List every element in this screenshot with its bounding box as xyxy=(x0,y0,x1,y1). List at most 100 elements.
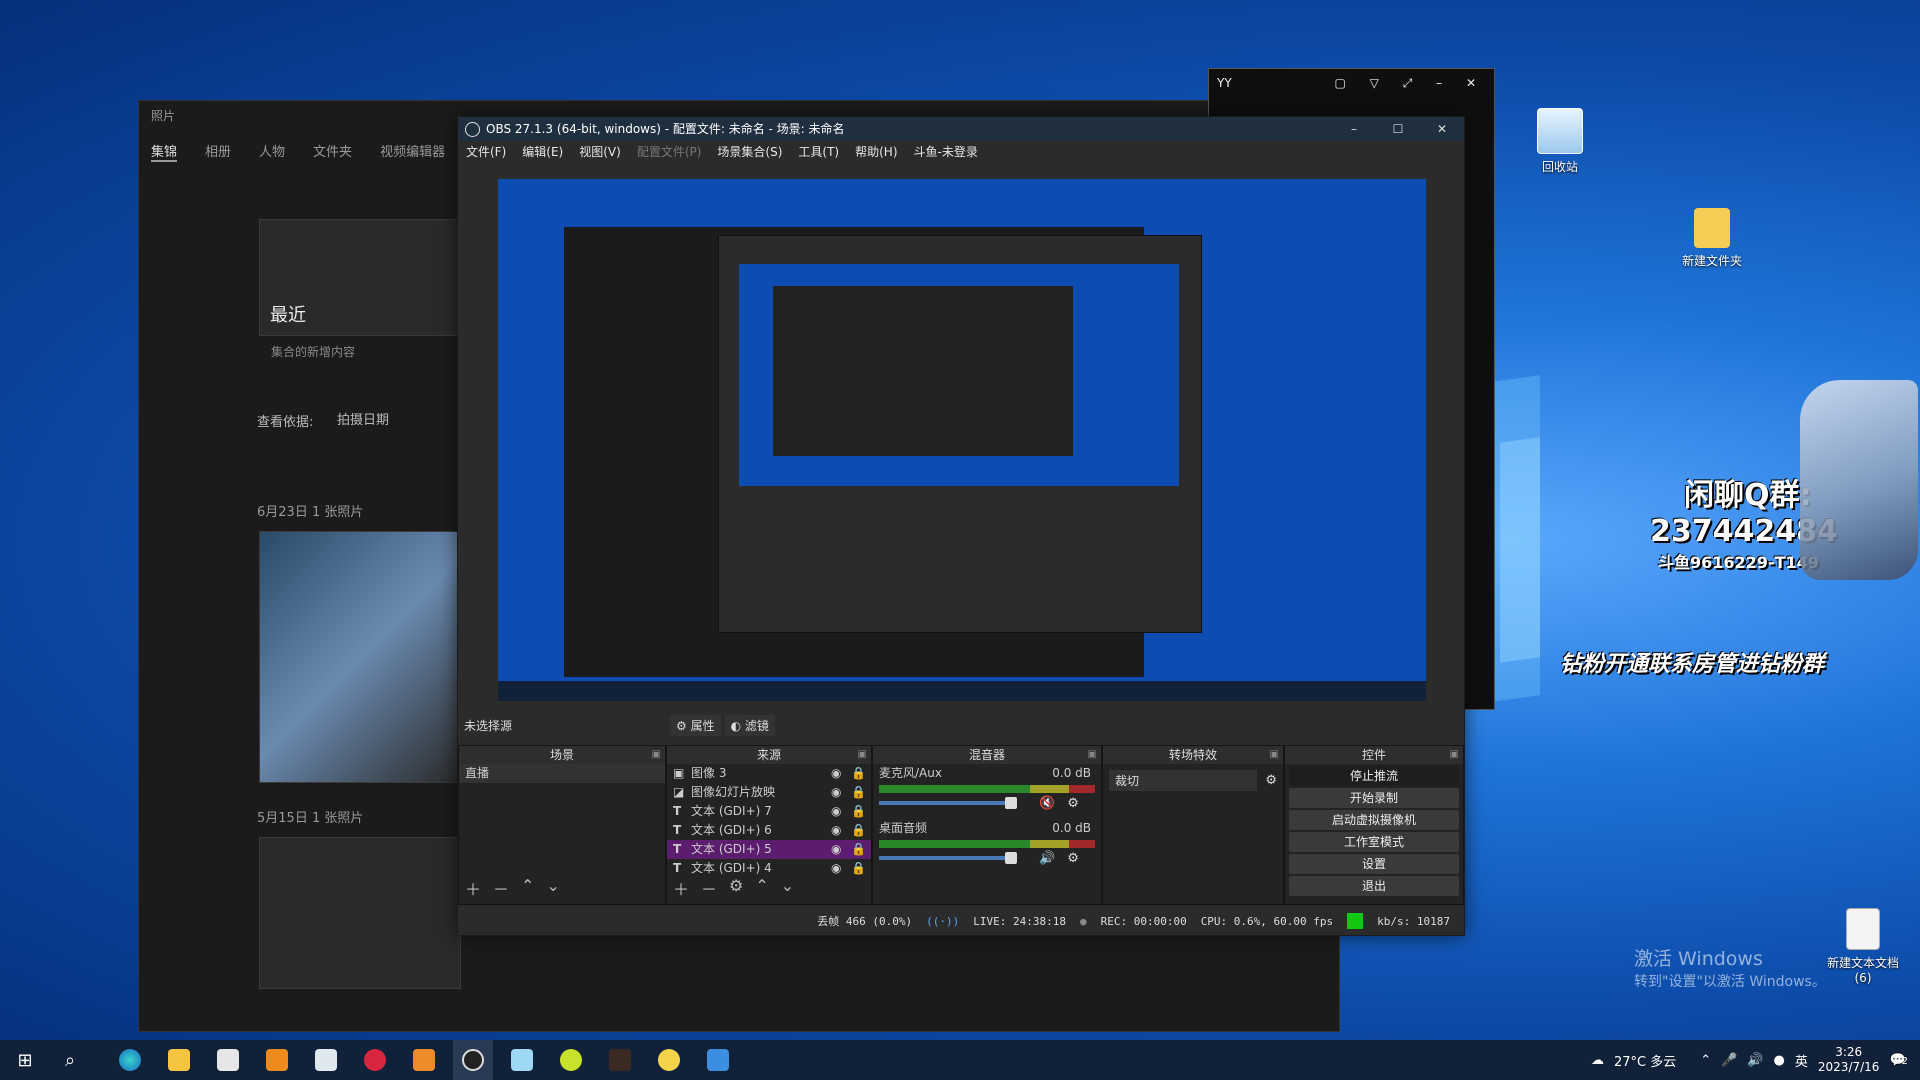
lock-icon[interactable]: 🔒 xyxy=(851,802,871,821)
photos-tab[interactable]: 视频编辑器 xyxy=(380,141,445,162)
microphone-icon[interactable]: 🎤 xyxy=(1721,1053,1737,1068)
taskbar-app-feather[interactable] xyxy=(306,1040,346,1080)
search-button[interactable]: ⌕ xyxy=(50,1040,90,1080)
menu-help[interactable]: 帮助(H) xyxy=(855,141,897,163)
taskbar-app-store[interactable] xyxy=(208,1040,248,1080)
move-down-icon[interactable]: ⌄ xyxy=(781,876,794,900)
add-icon[interactable]: ＋ xyxy=(673,876,689,900)
taskbar-app-orange2[interactable] xyxy=(404,1040,444,1080)
taskbar-app-edge[interactable] xyxy=(110,1040,150,1080)
taskbar-app-yy[interactable] xyxy=(649,1040,689,1080)
desktop-icon-recycle-bin[interactable]: 回收站 xyxy=(1510,108,1610,175)
visibility-eye-icon[interactable]: ◉ xyxy=(831,859,851,878)
photos-tab[interactable]: 文件夹 xyxy=(313,141,352,162)
taskbar-app-netease[interactable] xyxy=(355,1040,395,1080)
dock-undock-icon[interactable]: ▣ xyxy=(652,746,661,764)
recent-thumbnail[interactable]: 最近 xyxy=(259,219,461,336)
visibility-eye-icon[interactable]: ◉ xyxy=(831,821,851,840)
sort-dropdown[interactable]: 拍摄日期 xyxy=(337,409,389,428)
filters-button[interactable]: ◐ 滤镜 xyxy=(724,714,775,736)
photos-tab[interactable]: 相册 xyxy=(205,141,231,162)
scene-item[interactable]: 直播 xyxy=(459,764,665,783)
ime-indicator[interactable]: 英 xyxy=(1795,1051,1808,1070)
desktop-icon-new-folder[interactable]: 新建文件夹 xyxy=(1662,208,1762,269)
remove-icon[interactable]: － xyxy=(701,876,717,900)
menu-file[interactable]: 文件(F) xyxy=(466,141,506,163)
minimize-icon[interactable]: – xyxy=(1332,117,1376,141)
volume-fader[interactable] xyxy=(879,797,1017,809)
visibility-eye-icon[interactable]: ◉ xyxy=(831,802,851,821)
menu-douyu[interactable]: 斗鱼-未登录 xyxy=(914,141,978,163)
source-item-selected[interactable]: T 文本 (GDI+) 5 ◉ 🔒 xyxy=(667,840,871,859)
visibility-eye-icon[interactable]: ◉ xyxy=(831,783,851,802)
taskbar-app-yellow[interactable] xyxy=(551,1040,591,1080)
photos-tab[interactable]: 集锦 xyxy=(151,141,178,162)
remove-icon[interactable]: － xyxy=(493,876,509,900)
start-virtual-camera-button[interactable]: 启动虚拟摄像机 xyxy=(1289,810,1459,830)
menu-edit[interactable]: 编辑(E) xyxy=(522,141,563,163)
weather-icon[interactable]: ☁ xyxy=(1591,1053,1604,1068)
clock[interactable]: 3:26 2023/7/16 xyxy=(1818,1045,1880,1075)
move-up-icon[interactable]: ⌃ xyxy=(521,876,534,900)
taskbar-app-photos[interactable] xyxy=(698,1040,738,1080)
visibility-eye-icon[interactable]: ◉ xyxy=(831,840,851,859)
move-up-icon[interactable]: ⌃ xyxy=(755,876,768,900)
dock-undock-icon[interactable]: ▣ xyxy=(858,746,867,764)
taskbar-app-game[interactable] xyxy=(600,1040,640,1080)
source-item[interactable]: T 文本 (GDI+) 6 ◉ 🔒 xyxy=(667,821,871,840)
lock-icon[interactable]: 🔒 xyxy=(851,840,871,859)
yy-window-controls[interactable]: ▢ ▽ ⤢ – ✕ xyxy=(1335,76,1486,91)
obs-preview[interactable] xyxy=(498,179,1426,701)
transition-select[interactable]: 裁切 xyxy=(1109,770,1258,791)
studio-mode-button[interactable]: 工作室模式 xyxy=(1289,832,1459,852)
gear-icon[interactable]: ⚙ xyxy=(1265,773,1277,788)
speaker-muted-icon[interactable]: 🔇 xyxy=(1039,796,1055,811)
menu-view[interactable]: 视图(V) xyxy=(579,141,621,163)
properties-label: 属性 xyxy=(690,718,715,733)
desktop-icon-text-file[interactable]: 新建文本文档 (6) xyxy=(1813,908,1913,985)
dock-undock-icon[interactable]: ▣ xyxy=(1088,746,1097,764)
source-item[interactable]: T 文本 (GDI+) 7 ◉ 🔒 xyxy=(667,802,871,821)
menu-profile[interactable]: 配置文件(P) xyxy=(637,141,702,163)
speaker-icon[interactable]: 🔊 xyxy=(1039,851,1055,866)
move-down-icon[interactable]: ⌄ xyxy=(546,876,559,900)
lock-icon[interactable]: 🔒 xyxy=(851,859,871,878)
yy-tray-icon[interactable]: ● xyxy=(1774,1053,1785,1068)
add-icon[interactable]: ＋ xyxy=(465,876,481,900)
photos-tab[interactable]: 人物 xyxy=(259,141,285,162)
photo-thumbnail[interactable] xyxy=(259,531,461,783)
start-recording-button[interactable]: 开始录制 xyxy=(1289,788,1459,808)
source-item[interactable]: ◪ 图像幻灯片放映 ◉ 🔒 xyxy=(667,783,871,802)
menu-tools[interactable]: 工具(T) xyxy=(798,141,839,163)
menu-scene-collection[interactable]: 场景集合(S) xyxy=(717,141,782,163)
volume-fader[interactable] xyxy=(879,852,1017,864)
lock-icon[interactable]: 🔒 xyxy=(851,764,871,783)
taskbar-app-obs[interactable] xyxy=(453,1040,493,1080)
maximize-icon[interactable]: ☐ xyxy=(1376,117,1420,141)
gear-icon[interactable]: ⚙ xyxy=(1067,851,1079,866)
properties-button[interactable]: ⚙ 属性 xyxy=(670,714,721,736)
taskbar-app-explorer[interactable] xyxy=(159,1040,199,1080)
volume-icon[interactable]: 🔊 xyxy=(1747,1053,1763,1068)
source-item[interactable]: ▣ 图像 3 ◉ 🔒 xyxy=(667,764,871,783)
photo-thumbnail[interactable] xyxy=(259,837,461,989)
taskbar-app-notes[interactable] xyxy=(502,1040,542,1080)
visibility-eye-icon[interactable]: ◉ xyxy=(831,764,851,783)
gear-icon[interactable]: ⚙ xyxy=(729,876,743,900)
lock-icon[interactable]: 🔒 xyxy=(851,783,871,802)
exit-button[interactable]: 退出 xyxy=(1289,876,1459,896)
dock-undock-icon[interactable]: ▣ xyxy=(1450,746,1459,764)
scenes-header: 场景 ▣ xyxy=(459,746,665,764)
gear-icon[interactable]: ⚙ xyxy=(1067,796,1079,811)
lock-icon[interactable]: 🔒 xyxy=(851,821,871,840)
settings-button[interactable]: 设置 xyxy=(1289,854,1459,874)
close-icon[interactable]: ✕ xyxy=(1420,117,1464,141)
notification-icon[interactable]: 💬2 xyxy=(1889,1053,1908,1068)
weather-text[interactable]: 27°C 多云 xyxy=(1614,1051,1676,1070)
start-button[interactable]: ⊞ xyxy=(0,1040,50,1080)
dock-undock-icon[interactable]: ▣ xyxy=(1270,746,1279,764)
character-art xyxy=(1800,380,1918,580)
stop-streaming-button[interactable]: 停止推流 xyxy=(1289,766,1459,786)
taskbar-app-orange[interactable] xyxy=(257,1040,297,1080)
chevron-up-icon[interactable]: ⌃ xyxy=(1700,1053,1711,1068)
